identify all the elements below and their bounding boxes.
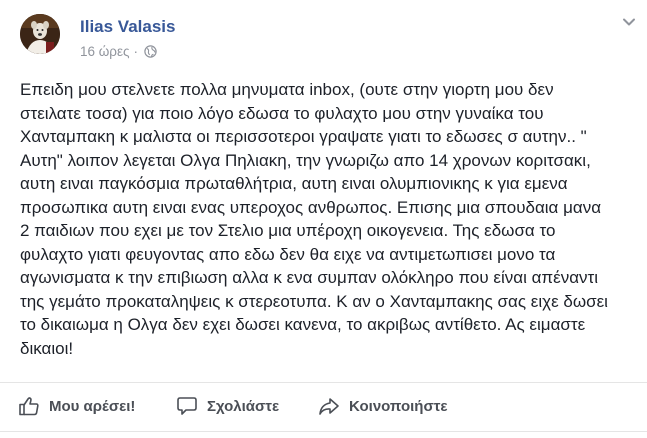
share-button[interactable]: Κοινοποιήστε [318,395,448,417]
post-body-line: στειλατε τοσα) για ποιο λόγο εδωσα το φυ… [20,103,544,123]
globe-icon[interactable] [144,44,157,58]
comment-button[interactable]: Σχολιάστε [176,395,279,417]
share-button-label: Κοινοποιήστε [349,397,448,415]
post-body-line: 2 παιδιων που εχει με τον Στελιο μια υπέ… [20,221,556,240]
post-body-line: Επειδη μου στελνετε πολλα μηνυματα inbox… [20,80,554,99]
like-button-label: Μου αρέσει! [49,397,136,415]
post-meta: 16 ώρες · [80,43,157,59]
chevron-down-icon [623,18,635,26]
author-name-link[interactable]: Ilias Valasis [80,17,175,37]
bottom-divider [0,431,647,432]
thumbs-up-icon [19,397,39,416]
post-body-line: δικαιοι! [20,338,74,358]
meta-separator: · [133,43,139,59]
avatar-image [20,14,60,54]
post-body-line: της γεμάτο προκαταληψεις κ στερεοτυπα. Κ… [20,291,608,311]
author-avatar[interactable] [20,14,60,54]
post-body-line: αυτη ειναι παγκόσμια πρωταθλήτρια, αυτη … [20,174,568,193]
post-body-line: το δικαιωμα η Ολγα δεν εχει δωσει κανενα… [20,315,586,334]
post-action-bar: Μου αρέσει! Σχολιάστε Κοινοποιήστε [0,382,647,427]
comment-icon [177,397,197,415]
post-body-line: προσωπικα αυτη ειναι ενας υπεροχος ανθρω… [20,197,602,217]
facebook-post: Ilias Valasis 16 ώρες · Επειδη μου στελν… [0,0,647,438]
like-button[interactable]: Μου αρέσει! [18,395,135,417]
post-timestamp[interactable]: 16 ώρες [80,44,130,59]
post-body-line: αγωνισματα κ την επιβιωση αλλα κ ενα συμ… [20,268,599,287]
share-icon [319,398,339,415]
post-body-line: Χανταμπακη κ μαλιστα οι περισσοτεροι γρα… [20,127,587,146]
comment-button-label: Σχολιάστε [207,397,280,415]
post-options-button[interactable] [618,11,640,33]
post-body-line: Αυτη" λοιπον λεγεται Ολγα Πηλιακη, την γ… [20,150,591,170]
post-body-line: φυλαχτο γιατι φευγοντας απο εδω δεν θα ε… [20,244,556,264]
post-body: Επειδη μου στελνετε πολλα μηνυματα inbox… [20,78,628,360]
